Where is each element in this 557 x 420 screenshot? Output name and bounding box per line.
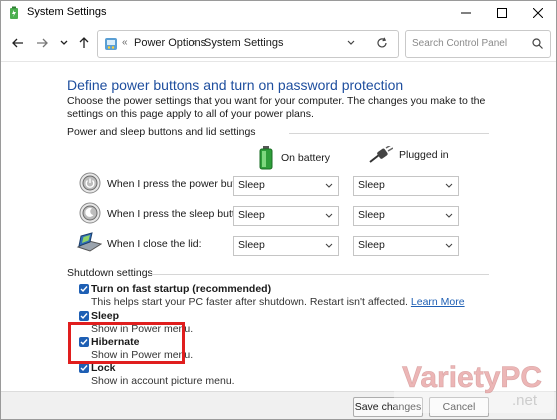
select-value: Sleep xyxy=(238,239,265,251)
power-button-plugged-select[interactable]: Sleep xyxy=(353,176,459,196)
breadcrumb-system-settings[interactable]: System Settings xyxy=(204,37,283,49)
chevron-down-icon xyxy=(325,213,333,218)
breadcrumb-separator-icon: « xyxy=(122,37,128,48)
fast-startup-label[interactable]: Turn on fast startup (recommended) xyxy=(91,283,271,295)
fast-startup-checkbox[interactable] xyxy=(79,284,89,294)
arrow-left-icon xyxy=(12,38,23,48)
control-panel-icon xyxy=(105,38,117,50)
checkmark-icon xyxy=(80,365,88,372)
save-changes-button[interactable]: Save changes xyxy=(353,397,423,417)
title-bar: System Settings xyxy=(1,1,556,25)
up-button[interactable] xyxy=(73,33,95,53)
chevron-down-icon xyxy=(325,243,333,248)
footer-bar: Save changes Cancel xyxy=(1,391,556,419)
close-lid-plugged-select[interactable]: Sleep xyxy=(353,236,459,256)
fast-startup-description: This helps start your PC faster after sh… xyxy=(91,296,465,308)
sleep-label[interactable]: Sleep xyxy=(91,310,119,322)
chevron-down-icon xyxy=(445,183,453,188)
arrow-right-icon xyxy=(37,38,48,48)
select-value: Sleep xyxy=(358,179,385,191)
shutdown-section-heading: Shutdown settings xyxy=(67,267,153,279)
checkmark-icon xyxy=(80,313,88,320)
intro-text: Choose the power settings that you want … xyxy=(67,95,486,120)
close-lid-battery-select[interactable]: Sleep xyxy=(233,236,339,256)
battery-icon xyxy=(259,146,273,170)
row-label-power-button: When I press the power button: xyxy=(107,178,253,190)
chevron-down-icon xyxy=(60,40,68,45)
search-placeholder: Search Control Panel xyxy=(412,38,508,49)
learn-more-link[interactable]: Learn More xyxy=(411,296,465,308)
checkmark-icon xyxy=(80,286,88,293)
close-icon xyxy=(533,8,543,18)
search-box[interactable]: Search Control Panel xyxy=(405,30,551,58)
chevron-down-icon xyxy=(325,183,333,188)
sleep-button-icon xyxy=(79,202,101,224)
minimize-icon xyxy=(461,12,471,14)
close-button[interactable] xyxy=(520,1,556,25)
column-label-plugged-in: Plugged in xyxy=(399,149,449,161)
refresh-icon[interactable] xyxy=(376,37,388,49)
power-button-battery-select[interactable]: Sleep xyxy=(233,176,339,196)
system-settings-window: System Settings « Power Options › System… xyxy=(0,0,557,420)
lock-checkbox[interactable] xyxy=(79,363,89,373)
search-icon[interactable] xyxy=(532,38,543,49)
fast-startup-description-text: This helps start your PC faster after sh… xyxy=(91,296,408,308)
column-header-plugged-in: Plugged in xyxy=(369,146,449,164)
arrow-up-icon xyxy=(79,37,89,48)
chevron-down-icon xyxy=(445,243,453,248)
power-button-icon xyxy=(79,172,101,194)
lock-description: Show in account picture menu. xyxy=(91,375,235,387)
row-label-close-lid: When I close the lid: xyxy=(107,238,202,250)
window-title: System Settings xyxy=(27,6,107,18)
select-value: Sleep xyxy=(238,209,265,221)
plug-icon xyxy=(369,146,393,163)
page-title: Define power buttons and turn on passwor… xyxy=(67,77,404,93)
recent-locations-button[interactable] xyxy=(53,33,75,53)
section-divider xyxy=(151,274,489,275)
sleep-button-battery-select[interactable]: Sleep xyxy=(233,206,339,226)
laptop-lid-icon xyxy=(76,232,102,252)
column-label-on-battery: On battery xyxy=(281,152,331,164)
power-options-app-icon xyxy=(10,6,18,19)
section-divider xyxy=(289,133,489,134)
sleep-button-plugged-select[interactable]: Sleep xyxy=(353,206,459,226)
select-value: Sleep xyxy=(358,209,385,221)
address-bar[interactable]: « Power Options › System Settings xyxy=(97,30,399,58)
select-value: Sleep xyxy=(238,179,265,191)
address-dropdown-icon[interactable] xyxy=(346,38,356,48)
cancel-button[interactable]: Cancel xyxy=(429,397,489,417)
power-section-heading: Power and sleep buttons and lid settings xyxy=(67,126,256,138)
row-label-sleep-button: When I press the sleep button: xyxy=(107,208,250,220)
forward-button[interactable] xyxy=(31,33,53,53)
column-header-on-battery: On battery xyxy=(259,146,330,170)
maximize-button[interactable] xyxy=(484,1,520,25)
sleep-checkbox[interactable] xyxy=(79,311,89,321)
navigation-bar: « Power Options › System Settings Search… xyxy=(1,25,556,62)
breadcrumb-chevron-icon[interactable]: › xyxy=(193,37,196,48)
maximize-icon xyxy=(497,8,507,18)
back-button[interactable] xyxy=(7,33,29,53)
hibernate-highlight-box xyxy=(68,322,185,364)
select-value: Sleep xyxy=(358,239,385,251)
chevron-down-icon xyxy=(445,213,453,218)
minimize-button[interactable] xyxy=(448,1,484,25)
